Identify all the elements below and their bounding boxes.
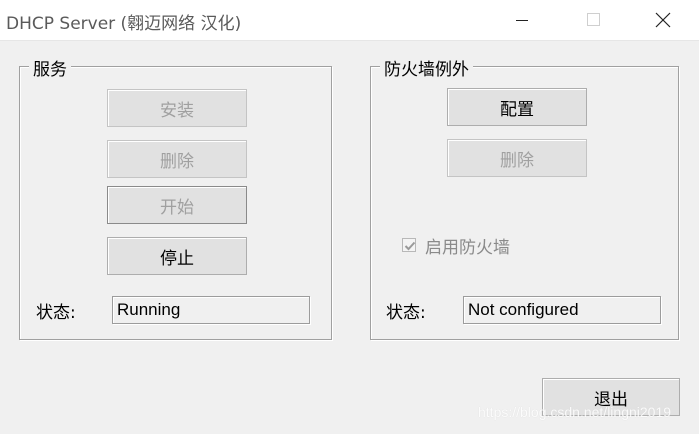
close-icon <box>655 12 671 28</box>
dhcp-server-dialog: DHCP Server (翱迈网络 汉化) 服务 安装 删除 开始 停止 状态:… <box>0 0 699 434</box>
stop-button[interactable]: 停止 <box>107 237 247 275</box>
firewall-group-label: 防火墙例外 <box>380 55 473 80</box>
title-bar[interactable]: DHCP Server (翱迈网络 汉化) <box>0 0 699 41</box>
firewall-delete-button[interactable]: 删除 <box>447 139 587 177</box>
checkbox-box[interactable] <box>402 238 416 252</box>
start-button[interactable]: 开始 <box>107 186 247 224</box>
install-button[interactable]: 安装 <box>107 89 247 127</box>
service-delete-button[interactable]: 删除 <box>107 140 247 178</box>
firewall-status-field: Not configured <box>463 296 661 324</box>
firewall-status-label: 状态: <box>386 303 426 323</box>
service-group-label: 服务 <box>29 55 71 80</box>
close-button[interactable] <box>640 0 686 40</box>
maximize-button[interactable] <box>570 0 616 40</box>
maximize-icon <box>587 13 600 26</box>
service-status-label: 状态: <box>36 303 76 323</box>
minimize-button[interactable] <box>500 0 546 40</box>
watermark-text: https://blog.csdn.net/lingni2019 <box>478 404 672 420</box>
minimize-icon <box>516 20 528 21</box>
checkmark-icon <box>404 241 416 251</box>
service-status-field: Running <box>112 296 310 324</box>
enable-firewall-label: 启用防火墙 <box>425 237 510 258</box>
configure-button[interactable]: 配置 <box>447 88 587 126</box>
enable-firewall-checkbox[interactable]: 启用防火墙 <box>402 234 510 258</box>
window-title: DHCP Server (翱迈网络 汉化) <box>6 14 242 34</box>
